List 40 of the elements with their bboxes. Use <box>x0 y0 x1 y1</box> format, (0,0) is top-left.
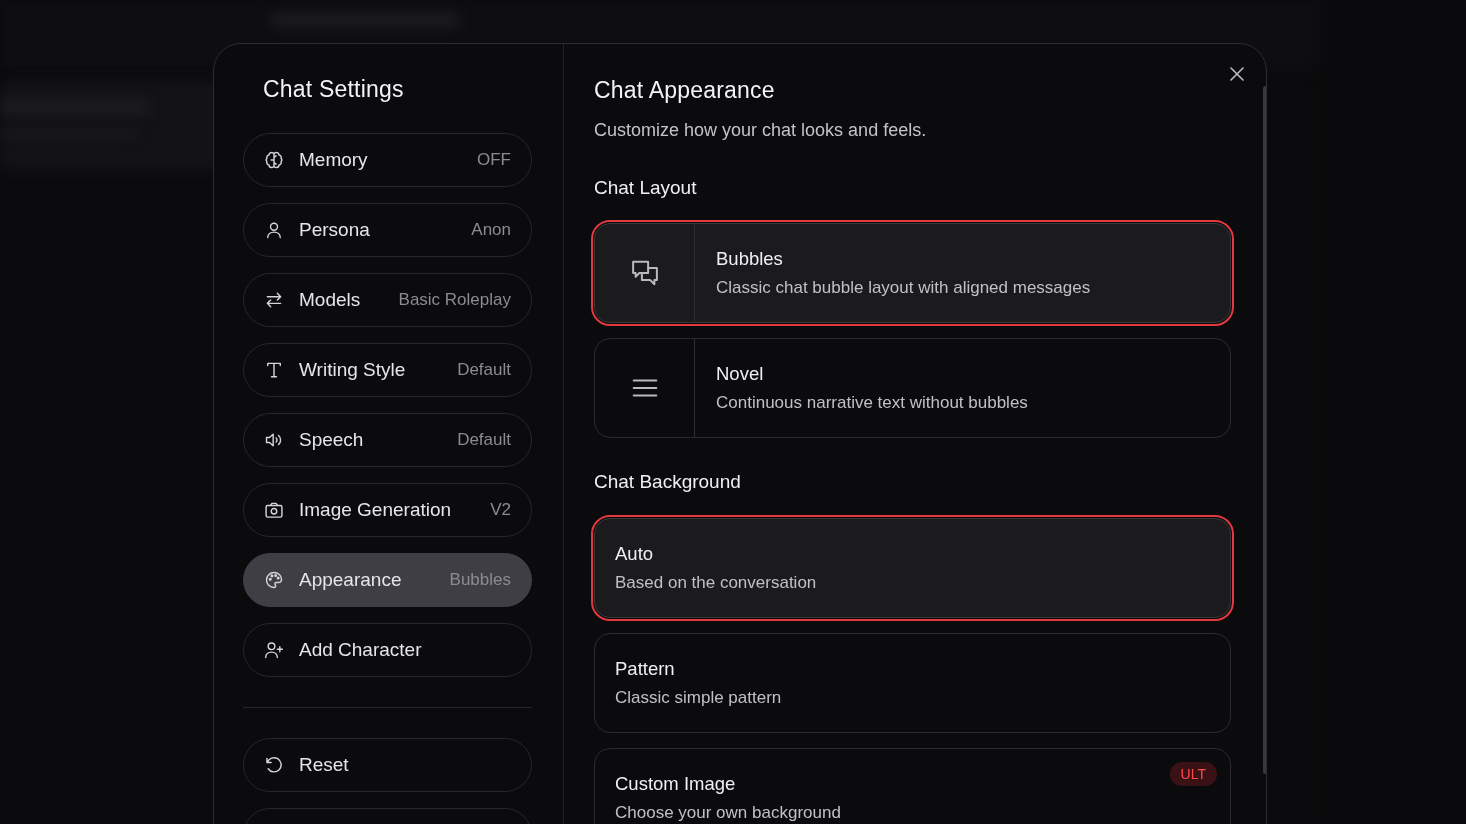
option-description: Classic simple pattern <box>615 686 783 709</box>
section-heading: Chat Layout <box>594 176 698 200</box>
option-title: Custom Image <box>615 772 737 795</box>
section-heading: Chat Background <box>594 470 742 494</box>
setting-value: Anon <box>471 220 511 240</box>
option-card[interactable]: Bubbles Classic chat bubble layout with aligned messages <box>594 223 1231 323</box>
panel-subtitle: Customize how your chat looks and feels. <box>594 119 928 142</box>
option-title: Novel <box>716 362 765 385</box>
option-description: Classic chat bubble layout with aligned messages <box>716 276 1092 299</box>
brain-icon <box>264 150 284 170</box>
palette-icon <box>264 570 284 590</box>
user-icon <box>264 220 284 240</box>
option-card[interactable]: Novel Continuous narrative text without bubbles <box>594 338 1231 438</box>
close-button[interactable] <box>1229 66 1245 82</box>
close-icon <box>1230 67 1244 81</box>
option-title: Pattern <box>615 657 676 680</box>
plan-badge: ULT <box>1169 762 1217 786</box>
menu-item[interactable]: Appearance Bubbles <box>243 553 532 607</box>
type-icon <box>264 360 284 380</box>
option-description: Choose your own background <box>615 801 842 824</box>
panel-title: Chat Appearance <box>594 77 776 103</box>
option-card[interactable]: Auto Based on the conversation <box>594 518 1231 618</box>
rotate-icon <box>264 755 284 775</box>
camera-icon <box>264 500 284 520</box>
option-title: Bubbles <box>716 247 784 270</box>
dialog-title: Chat Settings <box>263 76 405 102</box>
option-description: Continuous narrative text without bubbles <box>716 391 1029 414</box>
user-plus-icon <box>264 640 284 660</box>
setting-value: Basic Roleplay <box>398 290 511 310</box>
setting-value: Default <box>457 430 511 450</box>
setting-value: Default <box>457 360 511 380</box>
chat-bubbles-icon <box>629 258 660 288</box>
setting-value: Bubbles <box>449 570 511 590</box>
setting-value: V2 <box>490 500 511 520</box>
setting-value: OFF <box>477 150 511 170</box>
swap-arrows-icon <box>264 290 284 310</box>
option-card[interactable]: Pattern Classic simple pattern <box>594 633 1231 733</box>
option-title: Auto <box>615 542 655 565</box>
option-description: Based on the conversation <box>615 571 818 594</box>
option-card[interactable]: Custom Image Choose your own background ULT <box>594 748 1231 824</box>
